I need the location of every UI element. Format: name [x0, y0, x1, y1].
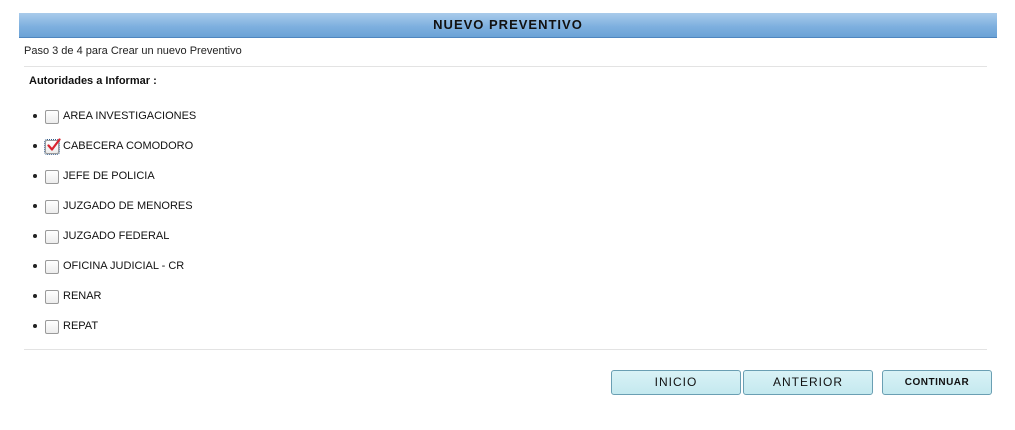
checkbox-juzgado-federal[interactable] [45, 229, 59, 244]
authorities-list: AREA INVESTIGACIONES CABECERA COMODORO J… [33, 100, 196, 340]
check-mark-icon [47, 137, 61, 151]
divider-top [24, 66, 987, 67]
authorities-label: Autoridades a Informar : [29, 75, 157, 87]
authority-item-area-investigaciones: AREA INVESTIGACIONES [33, 100, 196, 130]
checkbox-renar[interactable] [45, 289, 59, 304]
authority-label: JEFE DE POLICIA [63, 169, 155, 182]
authority-item-juzgado-federal: JUZGADO FEDERAL [33, 220, 196, 250]
authority-label: RENAR [63, 289, 102, 302]
authority-item-cabecera-comodoro: CABECERA COMODORO [33, 130, 196, 160]
anterior-button[interactable]: ANTERIOR [743, 370, 873, 395]
bullet-icon [33, 204, 37, 208]
authority-item-repat: REPAT [33, 310, 196, 340]
authority-item-oficina-judicial-cr: OFICINA JUDICIAL - CR [33, 250, 196, 280]
authority-item-renar: RENAR [33, 280, 196, 310]
authority-label: REPAT [63, 319, 99, 332]
authority-label: JUZGADO DE MENORES [63, 199, 193, 212]
authority-label: AREA INVESTIGACIONES [63, 109, 197, 122]
checkbox-jefe-de-policia[interactable] [45, 169, 59, 184]
bullet-icon [33, 144, 37, 148]
authority-item-jefe-de-policia: JEFE DE POLICIA [33, 160, 196, 190]
checkbox-oficina-judicial-cr[interactable] [45, 259, 59, 274]
page-title: NUEVO PREVENTIVO [433, 17, 583, 32]
checkbox-area-investigaciones[interactable] [45, 109, 59, 124]
bullet-icon [33, 114, 37, 118]
page: NUEVO PREVENTIVO Paso 3 de 4 para Crear … [0, 0, 1015, 430]
authority-item-juzgado-de-menores: JUZGADO DE MENORES [33, 190, 196, 220]
continuar-button[interactable]: CONTINUAR [882, 370, 992, 395]
bullet-icon [33, 264, 37, 268]
divider-bottom [24, 349, 987, 350]
bullet-icon [33, 174, 37, 178]
header-bar: NUEVO PREVENTIVO [19, 13, 997, 38]
bullet-icon [33, 324, 37, 328]
inicio-button[interactable]: INICIO [611, 370, 741, 395]
checkbox-cabecera-comodoro[interactable] [44, 137, 61, 155]
checkbox-repat[interactable] [45, 319, 59, 334]
checkbox-juzgado-de-menores[interactable] [45, 199, 59, 214]
authority-label: JUZGADO FEDERAL [63, 229, 170, 242]
authority-label: CABECERA COMODORO [63, 139, 194, 152]
step-indicator: Paso 3 de 4 para Crear un nuevo Preventi… [24, 45, 242, 57]
authority-label: OFICINA JUDICIAL - CR [63, 259, 185, 272]
bullet-icon [33, 294, 37, 298]
bullet-icon [33, 234, 37, 238]
